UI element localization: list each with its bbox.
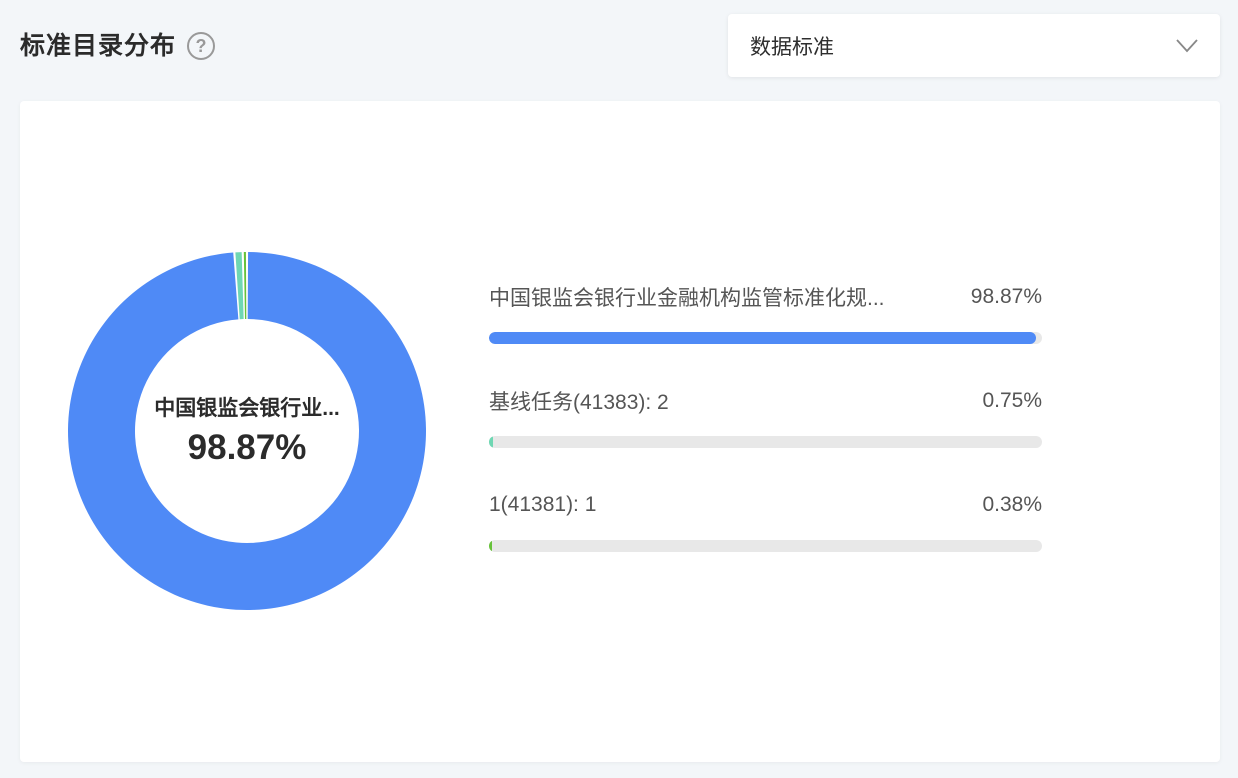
chevron-down-icon [1176,38,1198,52]
legend-percent: 98.87% [970,285,1042,308]
donut-svg [68,252,427,610]
donut-chart: 中国银监会银行业... 98.87% [66,250,428,612]
legend-percent: 0.38% [982,493,1042,516]
distribution-card: 中国银监会银行业... 98.87% 中国银监会银行业金融机构监管标准化规...… [20,101,1220,762]
chart-legend: 中国银监会银行业金融机构监管标准化规... 98.87% 基线任务(41383)… [489,282,1042,594]
legend-percent: 0.75% [982,389,1042,412]
donut-slice[interactable] [68,252,427,610]
progress-fill [489,332,1036,344]
legend-label: 1(41381): 1 [489,493,597,516]
question-circle-icon[interactable]: ? [187,32,216,60]
select-value: 数据标准 [750,35,834,59]
progress-track [489,540,1042,552]
progress-fill [489,436,494,448]
page-title: 标准目录分布 [20,32,177,60]
standard-type-select[interactable]: 数据标准 [728,14,1220,77]
progress-fill [489,540,492,552]
legend-item[interactable]: 基线任务(41383): 2 0.75% [489,386,1042,490]
donut-slice[interactable] [243,252,247,320]
legend-label: 基线任务(41383): 2 [489,391,669,414]
page-header: 标准目录分布 ? [20,28,216,64]
legend-item[interactable]: 中国银监会银行业金融机构监管标准化规... 98.87% [489,282,1042,386]
progress-track [489,436,1042,448]
progress-track [489,332,1042,344]
legend-label: 中国银监会银行业金融机构监管标准化规... [489,287,885,310]
legend-item[interactable]: 1(41381): 1 0.38% [489,490,1042,594]
